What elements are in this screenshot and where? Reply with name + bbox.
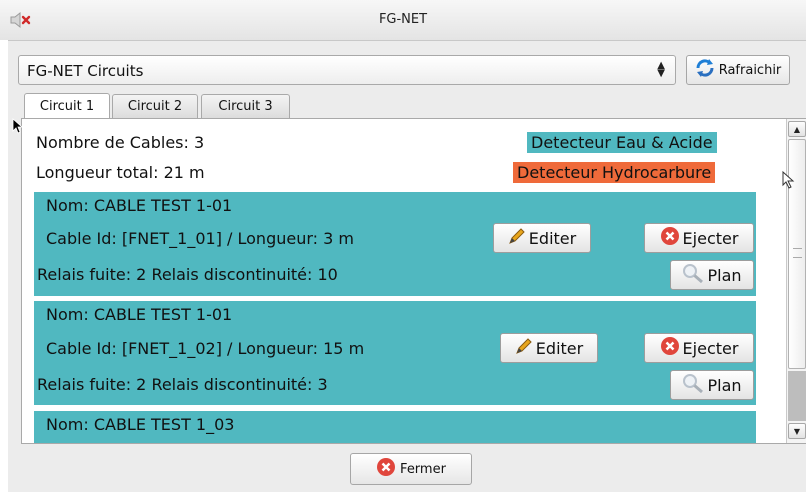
cable-card: Nom: CABLE TEST 1-01 Cable Id: [FNET_1_0… <box>34 301 756 405</box>
pencil-icon <box>515 337 533 359</box>
cable-name: Nom: CABLE TEST 1-01 <box>46 305 233 324</box>
scrollbar-grip <box>793 248 802 258</box>
magnifier-icon <box>682 373 704 397</box>
plan-button[interactable]: Plan <box>670 370 754 400</box>
app-window: FG-NET FG-NET Circuits ▲ ▼ Rafraichir Cir… <box>0 0 806 492</box>
cable-count: Nombre de Cables: 3 <box>36 133 205 152</box>
cable-name: Nom: CABLE TEST 1_03 <box>46 415 235 434</box>
edit-button-label: Editer <box>528 228 577 248</box>
cable-name: Nom: CABLE TEST 1-01 <box>46 196 233 215</box>
pencil-icon <box>508 227 526 249</box>
cable-relays: Relais fuite: 2 Relais discontinuité: 3 <box>37 375 328 394</box>
total-length: Longueur total: 21 m <box>36 163 205 182</box>
cable-relays: Relais fuite: 2 Relais discontinuité: 10 <box>37 265 338 284</box>
title-bar: FG-NET <box>0 0 806 41</box>
cable-card: Nom: CABLE TEST 1_03 <box>34 411 756 443</box>
scrollbar-track[interactable] <box>788 371 806 421</box>
circuit-panel: Nombre de Cables: 3 Detecteur Eau & Acid… <box>21 118 806 444</box>
circuit-group-select[interactable]: FG-NET Circuits ▲ ▼ <box>18 55 676 85</box>
tab-circuit-3[interactable]: Circuit 3 <box>201 94 290 118</box>
plan-button-label: Plan <box>707 265 742 285</box>
plan-button[interactable]: Plan <box>670 260 754 290</box>
eject-icon <box>660 226 680 250</box>
left-edge <box>0 40 8 492</box>
refresh-button[interactable]: Rafraichir <box>686 55 790 85</box>
scroll-up-button[interactable]: ▲ <box>788 121 806 137</box>
eject-button-label: Ejecter <box>682 338 739 358</box>
scroll-down-button[interactable]: ▼ <box>788 423 806 439</box>
close-button[interactable]: Fermer <box>350 453 472 485</box>
refresh-icon <box>695 59 715 81</box>
edit-button-label: Editer <box>535 338 584 358</box>
eject-button[interactable]: Ejecter <box>644 223 754 253</box>
detector-hydrocarbon-badge: Detecteur Hydrocarbure <box>513 162 716 183</box>
close-button-label: Fermer <box>400 461 446 477</box>
magnifier-icon <box>682 263 704 287</box>
select-arrows-icon: ▲ ▼ <box>657 60 665 79</box>
eject-icon <box>660 336 680 360</box>
vertical-scrollbar[interactable]: ▲ ▼ <box>786 119 806 443</box>
cable-id-length: Cable Id: [FNET_1_01] / Longueur: 3 m <box>46 229 354 248</box>
close-icon <box>376 457 396 481</box>
tab-circuit-2[interactable]: Circuit 2 <box>112 94 198 118</box>
eject-button-label: Ejecter <box>682 228 739 248</box>
eject-button[interactable]: Ejecter <box>644 333 754 363</box>
cable-card: Nom: CABLE TEST 1-01 Cable Id: [FNET_1_0… <box>34 192 756 296</box>
circuit-group-select-value: FG-NET Circuits <box>27 62 144 80</box>
edit-button[interactable]: Editer <box>493 223 591 253</box>
plan-button-label: Plan <box>707 375 742 395</box>
tab-circuit-1[interactable]: Circuit 1 <box>24 93 110 119</box>
window-title: FG-NET <box>378 12 428 27</box>
cable-id-length: Cable Id: [FNET_1_02] / Longueur: 15 m <box>46 339 365 358</box>
refresh-button-label: Rafraichir <box>718 62 782 78</box>
edit-button[interactable]: Editer <box>500 333 598 363</box>
detector-water-badge: Detecteur Eau & Acide <box>527 132 717 153</box>
